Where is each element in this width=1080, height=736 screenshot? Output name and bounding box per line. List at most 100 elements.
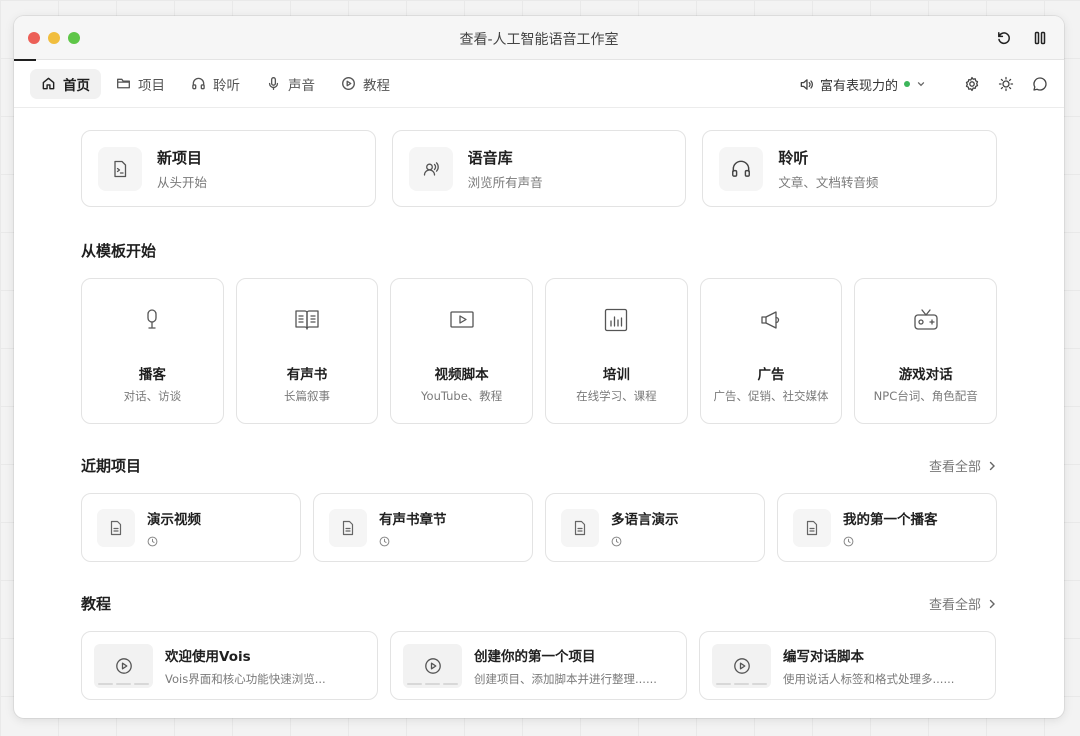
voice-style-selector[interactable]: 富有表现力的: [799, 75, 926, 94]
voice-library-card[interactable]: 语音库 浏览所有声音: [391, 130, 687, 207]
card-title: 新项目: [157, 148, 203, 167]
template-icon-box: [601, 305, 631, 335]
template-icon-box: [292, 305, 322, 335]
tutorials-heading: 教程: [81, 595, 112, 613]
open-book-icon: [295, 310, 319, 330]
template-title: 有声书: [286, 367, 328, 383]
tutorials-see-all-link[interactable]: 查看全部: [929, 594, 997, 613]
voice-library-icon-box: [408, 146, 453, 191]
tutorial-thumbnail: [403, 643, 462, 688]
chevron-right-icon: [989, 599, 995, 608]
template-audiobook[interactable]: 有声书 长篇叙事: [235, 278, 379, 424]
recent-project-item[interactable]: 多语言演示: [545, 493, 765, 562]
nav-item-listen[interactable]: 聆听: [180, 69, 251, 99]
play-circle-icon: [342, 77, 355, 90]
template-list: 播客 对话、访谈 有声书 长篇叙事 视频脚本 YouTube、教程 培训 在线学…: [81, 278, 998, 424]
template-subtitle: 在线学习、课程: [576, 389, 657, 403]
podcast-mic-icon: [147, 309, 157, 329]
play-circle-icon: [733, 657, 750, 674]
template-subtitle: 长篇叙事: [284, 389, 330, 403]
settings-button[interactable]: [962, 74, 982, 94]
listen-icon-box: [719, 146, 764, 191]
headphones-icon: [192, 77, 205, 90]
card-subtitle: 从头开始: [157, 174, 208, 190]
quick-actions: 新项目 从头开始 语音库 浏览所有声音 聆听 文章、文档转音频: [81, 130, 998, 207]
template-title: 播客: [138, 367, 166, 383]
template-title: 培训: [602, 367, 630, 383]
template-video-script[interactable]: 视频脚本 YouTube、教程: [390, 278, 534, 424]
nav-item-home[interactable]: 首页: [30, 68, 101, 99]
recent-heading: 近期项目: [81, 457, 142, 475]
chevron-down-icon: [917, 82, 925, 87]
voice-style-label: 富有表现力的: [819, 78, 898, 94]
refresh-icon: [998, 32, 1010, 45]
see-all-label: 查看全部: [928, 598, 981, 613]
nav-item-label: 聆听: [213, 77, 240, 94]
template-icon-box: [447, 305, 477, 335]
project-title: 我的第一个播客: [843, 512, 938, 528]
tutorials-header: 教程 查看全部: [81, 593, 997, 614]
nav-item-tutorials[interactable]: 教程: [330, 69, 401, 99]
play-circle-icon: [115, 657, 132, 674]
recent-project-item[interactable]: 有声书章节: [313, 493, 533, 562]
game-tv-icon: [914, 309, 938, 330]
recent-project-item[interactable]: 我的第一个播客: [777, 493, 997, 562]
template-training[interactable]: 培训 在线学习、课程: [545, 278, 688, 424]
tutorial-item[interactable]: 编写对话脚本 使用说话人标签和格式处理多......: [699, 631, 996, 700]
tutorial-item[interactable]: 欢迎使用Vois Vois界面和核心功能快速浏览...: [81, 631, 378, 700]
template-advertising[interactable]: 广告 广告、促销、社交媒体: [699, 278, 843, 424]
chat-bubble-icon: [1033, 77, 1047, 91]
new-project-icon-box: [98, 146, 142, 191]
clock-icon: [147, 536, 158, 546]
clock-icon: [611, 536, 622, 546]
recent-see-all-link[interactable]: 查看全部: [929, 456, 997, 475]
tutorial-subtitle: 创建项目、添加脚本并进行整理......: [474, 671, 657, 686]
recent-header: 近期项目 查看全部: [81, 455, 997, 476]
folder-icon: [117, 78, 130, 89]
new-project-card[interactable]: 新项目 从头开始: [81, 130, 376, 207]
clock-icon: [379, 536, 390, 546]
bar-chart-icon: [605, 308, 628, 332]
document-icon: [806, 520, 818, 535]
nav-item-projects[interactable]: 项目: [105, 69, 176, 99]
pause-button[interactable]: [1030, 28, 1050, 48]
feedback-button[interactable]: [1030, 74, 1050, 94]
recent-project-item[interactable]: 演示视频: [81, 493, 301, 562]
template-icon-box: [911, 305, 941, 335]
tutorial-title: 编写对话脚本: [783, 648, 864, 665]
tutorial-item[interactable]: 创建你的第一个项目 创建项目、添加脚本并进行整理......: [390, 631, 687, 700]
recent-icon-box: [561, 508, 599, 547]
nav-item-label: 教程: [363, 77, 390, 94]
tutorial-subtitle: 使用说话人标签和格式处理多......: [783, 671, 955, 686]
card-subtitle: 文章、文档转音频: [778, 174, 879, 190]
title-bar: 查看-人工智能语音工作室: [14, 16, 1064, 61]
template-icon-box: [137, 305, 167, 335]
document-icon: [342, 520, 354, 535]
template-icon-box: [756, 305, 786, 335]
recent-icon-box: [97, 508, 135, 547]
project-title: 多语言演示: [611, 512, 679, 528]
gear-icon: [965, 76, 979, 92]
template-game-dialogue[interactable]: 游戏对话 NPC台词、角色配音: [854, 278, 998, 424]
document-icon: [574, 520, 586, 535]
speaker-icon: [800, 78, 813, 90]
tutorial-subtitle: Vois界面和核心功能快速浏览...: [165, 671, 326, 686]
listen-card[interactable]: 聆听 文章、文档转音频: [702, 130, 998, 207]
window-title: 查看-人工智能语音工作室: [459, 32, 619, 48]
nav-item-label: 项目: [138, 77, 165, 94]
template-title: 视频脚本: [434, 367, 489, 383]
microphone-icon: [268, 77, 279, 90]
tutorial-title: 欢迎使用Vois: [165, 648, 251, 665]
card-title: 语音库: [467, 148, 513, 167]
tutorial-thumbnail: [94, 643, 153, 688]
refresh-button[interactable]: [994, 28, 1014, 48]
nav-item-voices[interactable]: 声音: [255, 69, 326, 99]
theme-toggle-button[interactable]: [996, 74, 1016, 94]
headphones-icon: [732, 160, 751, 177]
new-document-icon: [114, 160, 127, 177]
recent-project-list: 演示视频 有声书章节 多语言演示 我的第一个播客: [81, 493, 997, 562]
template-podcast[interactable]: 播客 对话、访谈: [81, 278, 224, 424]
template-title: 广告: [757, 367, 785, 383]
project-title: 有声书章节: [379, 512, 447, 528]
video-play-icon: [450, 311, 474, 328]
